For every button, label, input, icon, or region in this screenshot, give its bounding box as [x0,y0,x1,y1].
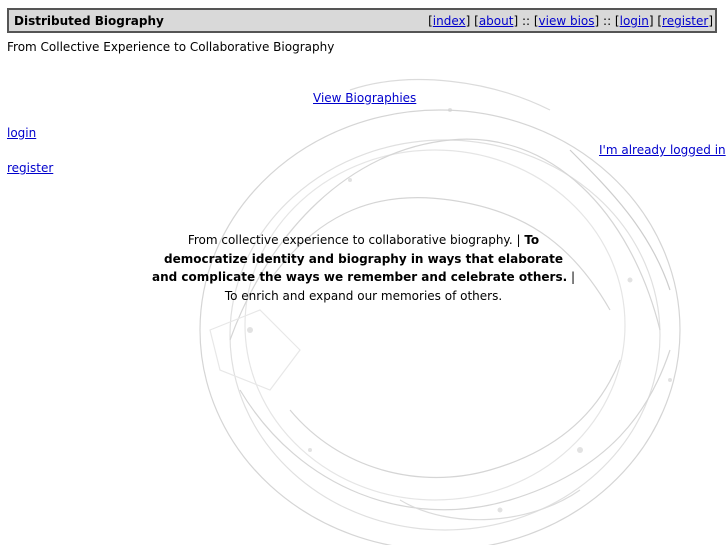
nav-about-link[interactable]: about [479,14,514,28]
login-link[interactable]: login [7,126,36,140]
mission-statement: From collective experience to collaborat… [150,231,577,305]
nav-index-link[interactable]: index [433,14,466,28]
site-title: Distributed Biography [14,14,164,28]
nav-register-link[interactable]: register [662,14,708,28]
nav-view-bios-link[interactable]: view bios [539,14,595,28]
page: Distributed Biography [index] [about] ::… [0,0,727,545]
mission-part-1: From collective experience to collaborat… [187,233,521,247]
already-logged-in-link[interactable]: I'm already logged in [599,143,726,157]
register-link[interactable]: register [7,161,53,175]
tagline: From Collective Experience to Collaborat… [7,40,335,54]
view-biographies-link[interactable]: View Biographies [313,91,416,105]
nav-login-link[interactable]: login [620,14,649,28]
header-bar: Distributed Biography [index] [about] ::… [7,8,717,33]
top-nav: [index] [about] :: [view bios] :: [login… [428,14,713,28]
